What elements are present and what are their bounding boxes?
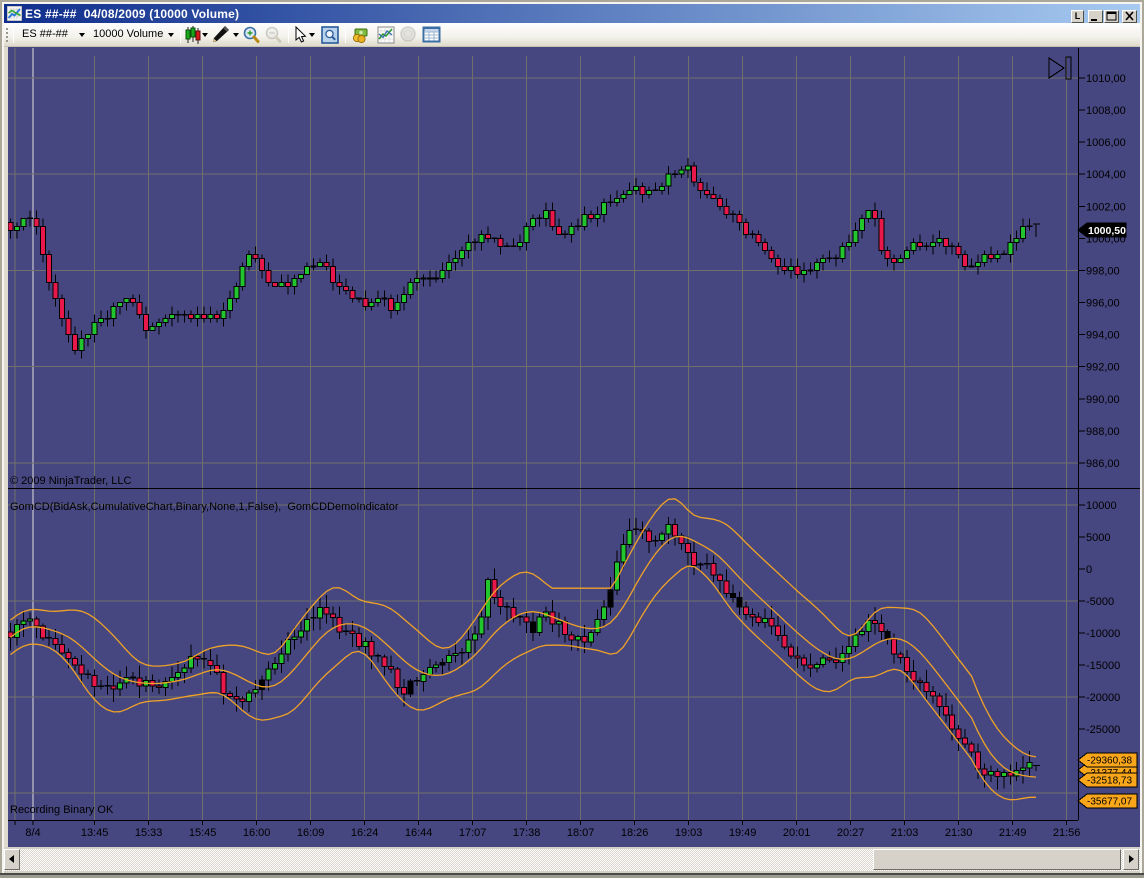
svg-text:998,00: 998,00 — [1086, 266, 1120, 278]
svg-text:8/4: 8/4 — [25, 827, 40, 839]
svg-text:16:00: 16:00 — [243, 827, 271, 839]
svg-text:19:03: 19:03 — [675, 827, 703, 839]
svg-text:20:27: 20:27 — [837, 827, 865, 839]
svg-text:16:24: 16:24 — [351, 827, 379, 839]
svg-text:13:45: 13:45 — [81, 827, 109, 839]
svg-text:996,00: 996,00 — [1086, 298, 1120, 310]
svg-text:16:44: 16:44 — [405, 827, 433, 839]
svg-text:1004,00: 1004,00 — [1086, 169, 1126, 181]
svg-text:Recording Binary OK: Recording Binary OK — [10, 804, 114, 816]
svg-text:17:38: 17:38 — [513, 827, 541, 839]
svg-text:16:09: 16:09 — [297, 827, 325, 839]
svg-text:1002,00: 1002,00 — [1086, 201, 1126, 213]
svg-text:988,00: 988,00 — [1086, 426, 1120, 438]
svg-text:-5000: -5000 — [1086, 596, 1114, 608]
svg-text:21:30: 21:30 — [945, 827, 973, 839]
svg-text:-25000: -25000 — [1086, 724, 1120, 736]
svg-text:-10000: -10000 — [1086, 628, 1120, 640]
svg-text:21:03: 21:03 — [891, 827, 919, 839]
svg-text:1000,50: 1000,50 — [1088, 225, 1126, 237]
svg-text:10000: 10000 — [1086, 500, 1117, 512]
svg-text:1008,00: 1008,00 — [1086, 105, 1126, 117]
svg-text:-15000: -15000 — [1086, 660, 1120, 672]
svg-text:19:49: 19:49 — [729, 827, 757, 839]
svg-text:21:49: 21:49 — [999, 827, 1027, 839]
svg-text:1006,00: 1006,00 — [1086, 137, 1126, 149]
svg-text:20:01: 20:01 — [783, 827, 811, 839]
svg-text:992,00: 992,00 — [1086, 362, 1120, 374]
svg-text:21:56: 21:56 — [1053, 827, 1081, 839]
svg-text:© 2009 NinjaTrader, LLC: © 2009 NinjaTrader, LLC — [10, 475, 131, 487]
svg-text:-29360,38: -29360,38 — [1087, 756, 1132, 767]
svg-text:-32518,73: -32518,73 — [1087, 776, 1132, 787]
svg-text:5000: 5000 — [1086, 532, 1110, 544]
svg-text:0: 0 — [1086, 564, 1092, 576]
svg-text:990,00: 990,00 — [1086, 394, 1120, 406]
svg-text:18:26: 18:26 — [621, 827, 649, 839]
svg-text:986,00: 986,00 — [1086, 458, 1120, 470]
svg-text:18:07: 18:07 — [567, 827, 595, 839]
svg-text:994,00: 994,00 — [1086, 330, 1120, 342]
svg-text:1010,00: 1010,00 — [1086, 73, 1126, 85]
svg-text:17:07: 17:07 — [459, 827, 487, 839]
svg-text:GomCD(BidAsk,CumulativeChart,B: GomCD(BidAsk,CumulativeChart,Binary,None… — [10, 501, 399, 513]
svg-text:15:45: 15:45 — [189, 827, 217, 839]
svg-text:-35677,07: -35677,07 — [1087, 797, 1132, 808]
svg-text:-20000: -20000 — [1086, 692, 1120, 704]
svg-text:15:33: 15:33 — [135, 827, 163, 839]
